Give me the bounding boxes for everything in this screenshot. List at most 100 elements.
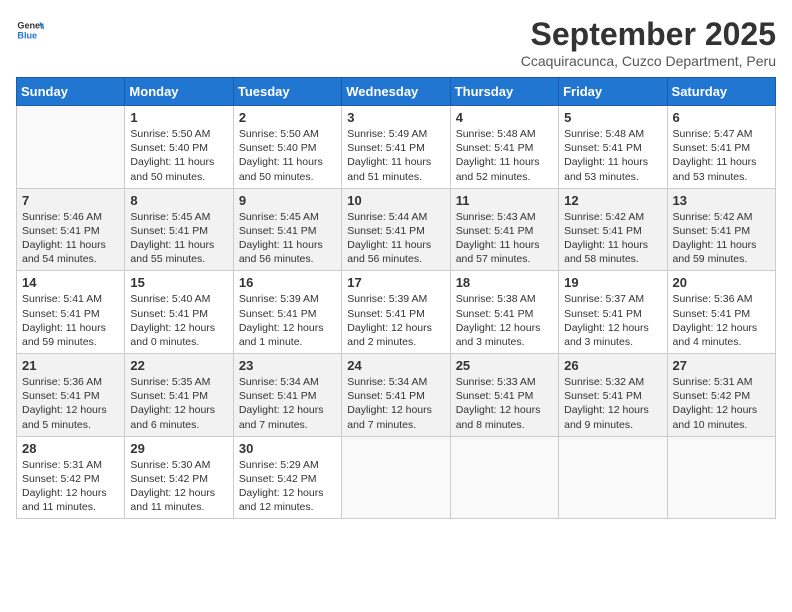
day-number: 10 (347, 193, 444, 208)
day-info: Sunrise: 5:46 AM Sunset: 5:41 PM Dayligh… (22, 210, 119, 267)
day-number: 18 (456, 275, 553, 290)
calendar-week-row: 28Sunrise: 5:31 AM Sunset: 5:42 PM Dayli… (17, 436, 776, 519)
calendar-cell: 10 Sunrise: 5:44 AM Sunset: 5:41 PM Dayli… (342, 188, 450, 271)
day-number: 15 (130, 275, 227, 290)
day-number: 19 (564, 275, 661, 290)
calendar-cell: 18 Sunrise: 5:38 AM Sunset: 5:41 PM Dayli… (450, 271, 558, 354)
day-info: Sunrise: 5:39 AM Sunset: 5:41 PM Dayligh… (347, 292, 444, 349)
day-info: Sunrise: 5:45 AM Sunset: 5:41 PM Dayligh… (239, 210, 336, 267)
weekday-header-monday: Monday (125, 78, 233, 106)
day-number: 11 (456, 193, 553, 208)
calendar-cell: 20 Sunrise: 5:36 AM Sunset: 5:41 PM Dayli… (667, 271, 775, 354)
day-number: 26 (564, 358, 661, 373)
day-number: 22 (130, 358, 227, 373)
calendar-cell (17, 106, 125, 189)
day-number: 25 (456, 358, 553, 373)
day-info: Sunrise: 5:40 AM Sunset: 5:41 PM Dayligh… (130, 292, 227, 349)
calendar-cell: 3Sunrise: 5:49 AM Sunset: 5:41 PM Daylig… (342, 106, 450, 189)
day-number: 1 (130, 110, 227, 125)
day-info: Sunrise: 5:36 AM Sunset: 5:41 PM Dayligh… (22, 375, 119, 432)
calendar-week-row: 1 Sunrise: 5:50 AM Sunset: 5:40 PM Daylig… (17, 106, 776, 189)
day-number: 3 (347, 110, 444, 125)
day-info: Sunrise: 5:43 AM Sunset: 5:41 PM Dayligh… (456, 210, 553, 267)
day-info: Sunrise: 5:48 AM Sunset: 5:41 PM Dayligh… (456, 127, 553, 184)
day-number: 7 (22, 193, 119, 208)
calendar-cell: 12 Sunrise: 5:42 AM Sunset: 5:41 PM Dayli… (559, 188, 667, 271)
calendar-cell: 30 Sunrise: 5:29 AM Sunset: 5:42 PM Dayli… (233, 436, 341, 519)
calendar-cell: 16Sunrise: 5:39 AM Sunset: 5:41 PM Dayli… (233, 271, 341, 354)
calendar-cell (559, 436, 667, 519)
day-number: 12 (564, 193, 661, 208)
day-number: 4 (456, 110, 553, 125)
calendar-cell: 21 Sunrise: 5:36 AM Sunset: 5:41 PM Dayli… (17, 354, 125, 437)
weekday-header-row: SundayMondayTuesdayWednesdayThursdayFrid… (17, 78, 776, 106)
calendar-cell: 8 Sunrise: 5:45 AM Sunset: 5:41 PM Daylig… (125, 188, 233, 271)
weekday-header-sunday: Sunday (17, 78, 125, 106)
day-number: 23 (239, 358, 336, 373)
calendar-cell (450, 436, 558, 519)
day-number: 14 (22, 275, 119, 290)
calendar-week-row: 7 Sunrise: 5:46 AM Sunset: 5:41 PM Daylig… (17, 188, 776, 271)
day-info: Sunrise: 5:29 AM Sunset: 5:42 PM Dayligh… (239, 458, 336, 515)
day-info: Sunrise: 5:41 AM Sunset: 5:41 PM Dayligh… (22, 292, 119, 349)
calendar-cell: 14 Sunrise: 5:41 AM Sunset: 5:41 PM Dayli… (17, 271, 125, 354)
day-info: Sunrise: 5:50 AM Sunset: 5:40 PM Dayligh… (239, 127, 336, 184)
calendar-cell: 22 Sunrise: 5:35 AM Sunset: 5:41 PM Dayli… (125, 354, 233, 437)
calendar-header: SundayMondayTuesdayWednesdayThursdayFrid… (17, 78, 776, 106)
day-info: Sunrise: 5:39 AM Sunset: 5:41 PM Dayligh… (239, 292, 336, 349)
day-number: 30 (239, 441, 336, 456)
calendar-body: 1 Sunrise: 5:50 AM Sunset: 5:40 PM Daylig… (17, 106, 776, 519)
day-info: Sunrise: 5:34 AM Sunset: 5:41 PM Dayligh… (239, 375, 336, 432)
calendar-week-row: 21 Sunrise: 5:36 AM Sunset: 5:41 PM Dayli… (17, 354, 776, 437)
day-info: Sunrise: 5:30 AM Sunset: 5:42 PM Dayligh… (130, 458, 227, 515)
calendar-cell: 4 Sunrise: 5:48 AM Sunset: 5:41 PM Daylig… (450, 106, 558, 189)
day-info: Sunrise: 5:42 AM Sunset: 5:41 PM Dayligh… (673, 210, 770, 267)
calendar-cell: 27Sunrise: 5:31 AM Sunset: 5:42 PM Dayli… (667, 354, 775, 437)
day-info: Sunrise: 5:37 AM Sunset: 5:41 PM Dayligh… (564, 292, 661, 349)
calendar-cell: 11 Sunrise: 5:43 AM Sunset: 5:41 PM Dayli… (450, 188, 558, 271)
day-info: Sunrise: 5:47 AM Sunset: 5:41 PM Dayligh… (673, 127, 770, 184)
calendar-cell: 5 Sunrise: 5:48 AM Sunset: 5:41 PM Daylig… (559, 106, 667, 189)
weekday-header-thursday: Thursday (450, 78, 558, 106)
calendar-cell: 13 Sunrise: 5:42 AM Sunset: 5:41 PM Dayli… (667, 188, 775, 271)
calendar-week-row: 14 Sunrise: 5:41 AM Sunset: 5:41 PM Dayli… (17, 271, 776, 354)
day-number: 5 (564, 110, 661, 125)
calendar-cell: 29Sunrise: 5:30 AM Sunset: 5:42 PM Dayli… (125, 436, 233, 519)
day-info: Sunrise: 5:50 AM Sunset: 5:40 PM Dayligh… (130, 127, 227, 184)
page-header: General Blue September 2025 Ccaquiracunc… (16, 16, 776, 69)
weekday-header-saturday: Saturday (667, 78, 775, 106)
day-info: Sunrise: 5:32 AM Sunset: 5:41 PM Dayligh… (564, 375, 661, 432)
day-number: 13 (673, 193, 770, 208)
day-info: Sunrise: 5:33 AM Sunset: 5:41 PM Dayligh… (456, 375, 553, 432)
day-number: 21 (22, 358, 119, 373)
day-number: 27 (673, 358, 770, 373)
day-info: Sunrise: 5:35 AM Sunset: 5:41 PM Dayligh… (130, 375, 227, 432)
day-number: 20 (673, 275, 770, 290)
calendar-cell: 28Sunrise: 5:31 AM Sunset: 5:42 PM Dayli… (17, 436, 125, 519)
calendar-cell: 7 Sunrise: 5:46 AM Sunset: 5:41 PM Daylig… (17, 188, 125, 271)
calendar-cell: 25 Sunrise: 5:33 AM Sunset: 5:41 PM Dayli… (450, 354, 558, 437)
calendar-cell: 19 Sunrise: 5:37 AM Sunset: 5:41 PM Dayli… (559, 271, 667, 354)
weekday-header-wednesday: Wednesday (342, 78, 450, 106)
day-info: Sunrise: 5:38 AM Sunset: 5:41 PM Dayligh… (456, 292, 553, 349)
weekday-header-tuesday: Tuesday (233, 78, 341, 106)
calendar-cell: 1 Sunrise: 5:50 AM Sunset: 5:40 PM Daylig… (125, 106, 233, 189)
calendar-cell: 23 Sunrise: 5:34 AM Sunset: 5:41 PM Dayli… (233, 354, 341, 437)
day-info: Sunrise: 5:44 AM Sunset: 5:41 PM Dayligh… (347, 210, 444, 267)
weekday-header-friday: Friday (559, 78, 667, 106)
day-info: Sunrise: 5:34 AM Sunset: 5:41 PM Dayligh… (347, 375, 444, 432)
day-info: Sunrise: 5:42 AM Sunset: 5:41 PM Dayligh… (564, 210, 661, 267)
calendar-cell: 15 Sunrise: 5:40 AM Sunset: 5:41 PM Dayli… (125, 271, 233, 354)
svg-text:Blue: Blue (17, 30, 37, 40)
calendar-cell (342, 436, 450, 519)
day-number: 8 (130, 193, 227, 208)
calendar-cell: 24Sunrise: 5:34 AM Sunset: 5:41 PM Dayli… (342, 354, 450, 437)
logo-icon: General Blue (16, 16, 44, 44)
day-info: Sunrise: 5:48 AM Sunset: 5:41 PM Dayligh… (564, 127, 661, 184)
title-area: September 2025 Ccaquiracunca, Cuzco Depa… (521, 16, 776, 69)
calendar-cell: 6Sunrise: 5:47 AM Sunset: 5:41 PM Daylig… (667, 106, 775, 189)
day-number: 17 (347, 275, 444, 290)
month-title: September 2025 (521, 16, 776, 53)
day-info: Sunrise: 5:36 AM Sunset: 5:41 PM Dayligh… (673, 292, 770, 349)
day-info: Sunrise: 5:45 AM Sunset: 5:41 PM Dayligh… (130, 210, 227, 267)
